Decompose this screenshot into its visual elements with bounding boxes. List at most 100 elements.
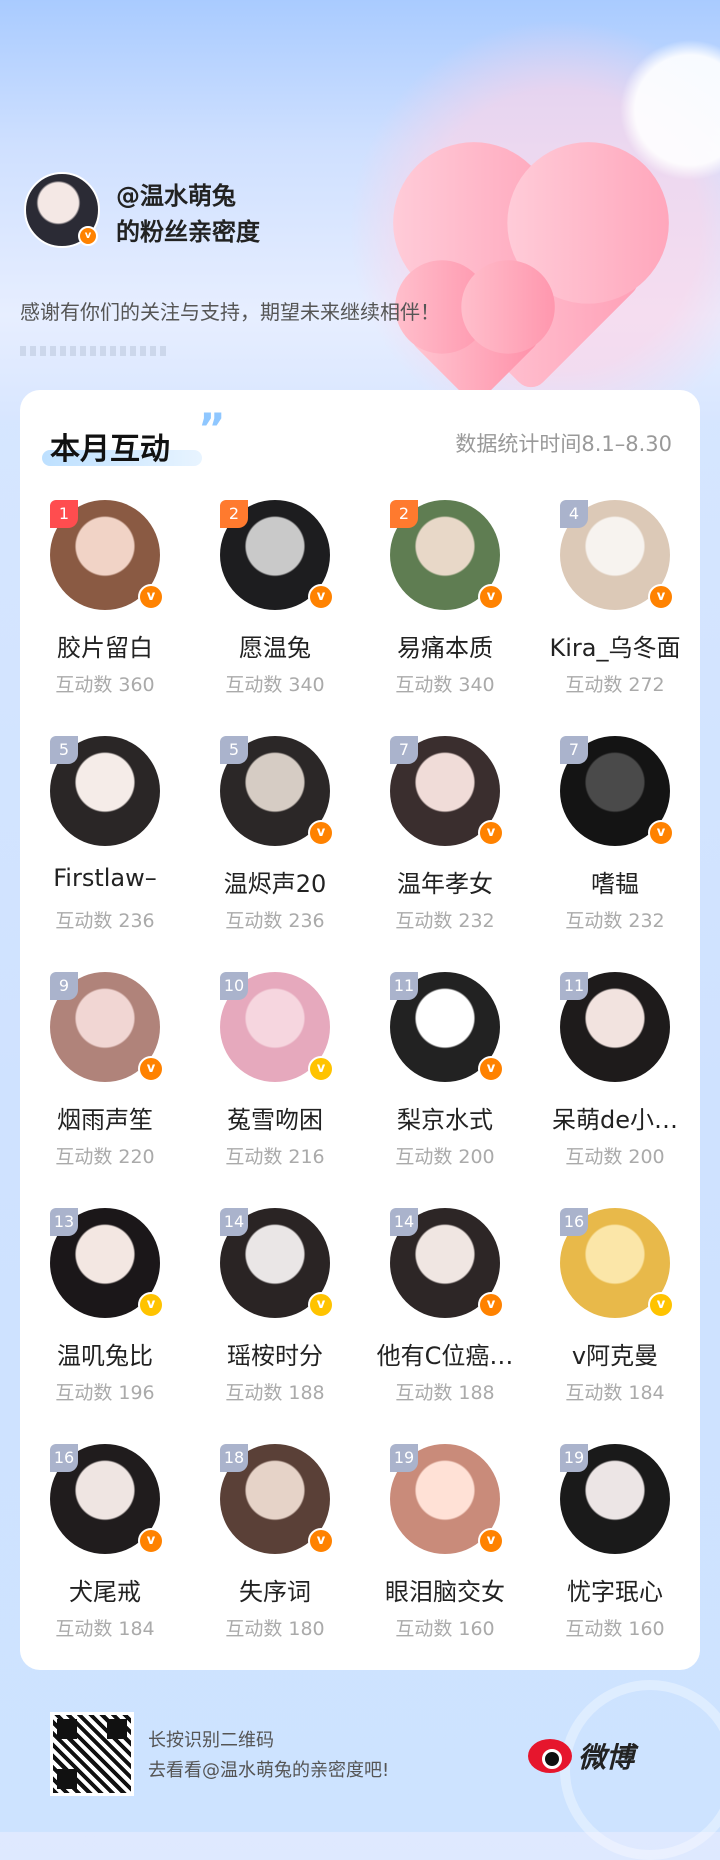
verified-badge-icon: v	[478, 584, 504, 610]
rank-badge: 4	[560, 500, 588, 528]
fan-interaction-count: 互动数 160	[395, 1618, 495, 1640]
verified-badge-icon: v	[308, 584, 334, 610]
rank-badge: 19	[560, 1444, 588, 1472]
fan-item[interactable]: 18 v 失序词互动数 180	[190, 1444, 360, 1680]
owner-username[interactable]: @温水萌兔	[116, 176, 236, 211]
fan-name[interactable]: 烟雨声笙	[24, 1100, 186, 1135]
fan-interaction-count: 互动数 236	[225, 910, 325, 932]
rank-badge: 18	[220, 1444, 248, 1472]
fan-item[interactable]: 7 v 温年孝女 互动数 232	[360, 736, 530, 972]
rank-badge: 5	[220, 736, 248, 764]
decorative-dashes	[20, 346, 170, 356]
verified-badge-icon: v	[138, 584, 164, 610]
rank-badge: 2	[220, 500, 248, 528]
fan-name[interactable]: 失序词	[194, 1572, 356, 1607]
rank-badge: 11	[390, 972, 418, 1000]
fan-item[interactable]: 4 v Kira_乌冬面互动数 272	[530, 500, 700, 736]
fan-item[interactable]: 5 Firstlaw– 互动数 236	[20, 736, 190, 972]
fan-name[interactable]: 愿温兔	[194, 628, 356, 663]
thanks-message: 感谢有你们的关注与支持，期望未来继续相伴！	[20, 300, 440, 324]
fan-name[interactable]: 他有C位癌…	[364, 1336, 526, 1371]
quote-mark-icon: ”	[198, 404, 226, 453]
weibo-logo: 微博	[528, 1736, 634, 1776]
fan-interaction-count: 互动数 232	[565, 910, 665, 932]
fan-grid: 1 v 胶片留白 互动数 360 2 v 愿温兔 互动数 340 2 v 易痛本质 互动数 340 4 v…	[20, 500, 700, 1680]
fan-name[interactable]: 温叽兔比	[24, 1336, 186, 1371]
fan-item[interactable]: 11 v 梨京水式 互动数 200	[360, 972, 530, 1208]
fan-interaction-count: 互动数 272	[565, 674, 665, 696]
fan-interaction-count: 互动数 200	[395, 1146, 495, 1168]
monthly-interaction-card: 本月互动 ” 数据统计时间8.1–8.30 1 v 胶片留白 互动数 360 2 v 愿温兔…	[20, 390, 700, 1670]
fan-item[interactable]: 13 v 温叽兔比互动数 196	[20, 1208, 190, 1444]
verified-badge-icon: v	[648, 1292, 674, 1318]
qr-code[interactable]	[50, 1712, 134, 1796]
card-title: 本月互动	[50, 432, 170, 467]
fan-item[interactable]: 2 v 愿温兔互动数 340	[190, 500, 360, 736]
fan-item[interactable]: 5 v 温烬声20 互动数 236	[190, 736, 360, 972]
fan-interaction-count: 互动数 200	[565, 1146, 665, 1168]
verified-badge-icon: v	[648, 584, 674, 610]
verified-badge-icon: v	[478, 1528, 504, 1554]
rank-badge: 13	[50, 1208, 78, 1236]
fan-name[interactable]: 胶片留白	[24, 628, 186, 663]
rank-badge: 19	[390, 1444, 418, 1472]
fan-interaction-count: 互动数 232	[395, 910, 495, 932]
fan-interaction-count: 互动数 220	[55, 1146, 155, 1168]
weibo-eye-icon	[528, 1739, 572, 1773]
fan-interaction-count: 互动数 340	[395, 674, 495, 696]
fan-item[interactable]: 19 忧字珉心互动数 160	[530, 1444, 700, 1680]
fan-name[interactable]: 嗜韫	[534, 864, 696, 899]
verified-badge-icon: v	[308, 1056, 334, 1082]
footer-cta: 去看看@温水萌兔的亲密度吧!	[148, 1760, 390, 1781]
fan-item[interactable]: 11 呆萌de小… 互动数 200	[530, 972, 700, 1208]
rank-badge: 16	[50, 1444, 78, 1472]
fan-item[interactable]: 14 v 他有C位癌… 互动数 188	[360, 1208, 530, 1444]
weibo-brand-text: 微博	[578, 1741, 635, 1774]
fan-item[interactable]: 16 v 犬尾戒互动数 184	[20, 1444, 190, 1680]
fan-item[interactable]: 1 v 胶片留白 互动数 360	[20, 500, 190, 736]
fan-interaction-count: 互动数 196	[55, 1382, 155, 1404]
fan-name[interactable]: v阿克曼	[534, 1336, 696, 1371]
verified-badge-icon: v	[478, 1292, 504, 1318]
fan-interaction-count: 互动数 180	[225, 1618, 325, 1640]
fan-name[interactable]: 忧字珉心	[534, 1572, 696, 1607]
fan-item[interactable]: 16 v v阿克曼互动数 184	[530, 1208, 700, 1444]
fan-interaction-count: 互动数 236	[55, 910, 155, 932]
fan-interaction-count: 互动数 188	[395, 1382, 495, 1404]
fan-name[interactable]: 菟雪吻困	[194, 1100, 356, 1135]
verified-badge-icon: v	[308, 1528, 334, 1554]
fan-name[interactable]: 眼泪脑交女	[364, 1572, 526, 1607]
verified-badge-icon: v	[138, 1528, 164, 1554]
verified-badge-icon: v	[308, 820, 334, 846]
fan-name[interactable]: 易痛本质	[364, 628, 526, 663]
verified-badge-icon: v	[138, 1056, 164, 1082]
fan-name[interactable]: 温烬声20	[194, 864, 356, 899]
fan-name[interactable]: 温年孝女	[364, 864, 526, 899]
fan-interaction-count: 互动数 184	[565, 1382, 665, 1404]
fan-name[interactable]: 瑶桉时分	[194, 1336, 356, 1371]
fan-name[interactable]: 犬尾戒	[24, 1572, 186, 1607]
fan-interaction-count: 互动数 160	[565, 1618, 665, 1640]
fan-item[interactable]: 2 v 易痛本质互动数 340	[360, 500, 530, 736]
fan-name[interactable]: Firstlaw–	[24, 864, 186, 892]
fan-item[interactable]: 14 v 瑶桉时分 互动数 188	[190, 1208, 360, 1444]
fan-name[interactable]: 梨京水式	[364, 1100, 526, 1135]
fan-name[interactable]: 呆萌de小…	[534, 1100, 696, 1135]
rank-badge: 7	[390, 736, 418, 764]
rank-badge: 14	[220, 1208, 248, 1236]
rank-badge: 2	[390, 500, 418, 528]
fan-item[interactable]: 9 v 烟雨声笙 互动数 220	[20, 972, 190, 1208]
verified-badge-icon: v	[78, 226, 98, 246]
fan-interaction-count: 互动数 340	[225, 674, 325, 696]
fan-item[interactable]: 10 v 菟雪吻困 互动数 216	[190, 972, 360, 1208]
rank-badge: 11	[560, 972, 588, 1000]
fan-name[interactable]: Kira_乌冬面	[534, 628, 696, 663]
verified-badge-icon: v	[648, 820, 674, 846]
rank-badge: 16	[560, 1208, 588, 1236]
fan-interaction-count: 互动数 184	[55, 1618, 155, 1640]
verified-badge-icon: v	[138, 1292, 164, 1318]
fan-item[interactable]: 19 v 眼泪脑交女互动数 160	[360, 1444, 530, 1680]
fan-item[interactable]: 7 v 嗜韫互动数 232	[530, 736, 700, 972]
page-subtitle: 的粉丝亲密度	[116, 218, 260, 246]
rank-badge: 7	[560, 736, 588, 764]
